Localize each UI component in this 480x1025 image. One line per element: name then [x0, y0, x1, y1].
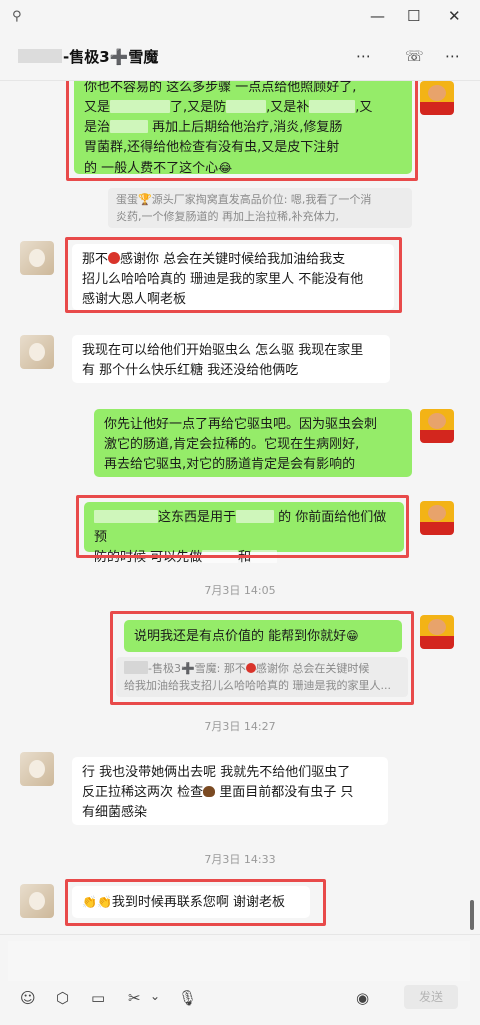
send-button[interactable]: 发送 — [404, 985, 458, 1009]
chevron-down-icon[interactable]: ⌄ — [150, 989, 160, 1003]
highlight-box — [65, 879, 326, 926]
pin-icon[interactable]: ⚲ — [12, 9, 22, 24]
title-bar: ⚲ — ☐ ✕ — [0, 0, 480, 36]
message-bubble-3[interactable]: 我现在可以给他们开始驱虫么 怎么驱 我现在家里 有 那个什么快乐红糖 我还没给他… — [72, 335, 390, 383]
message-bubble-4[interactable]: 你先让他好一点了再给它驱虫吧。因为驱虫会刺 激它的肠道,肯定会拉稀的。它现在生病… — [94, 409, 412, 477]
scissors-icon[interactable]: ✂ — [128, 989, 141, 1007]
self-avatar[interactable] — [420, 501, 454, 535]
redacted-name — [18, 49, 62, 63]
chat-header: -售极3➕雪魔 ⋯ ☏ ⋯ — [0, 36, 480, 81]
timestamp: 7月3日 14:05 — [204, 584, 276, 597]
quoted-message[interactable]: 蛋蛋🏆源头厂家掏窝直发高品价位: 嗯,我看了一个消 炎药,一个修复肠道的 再加上… — [108, 188, 412, 228]
box-icon[interactable]: ⬡ — [56, 989, 69, 1007]
folder-icon[interactable]: ▭ — [91, 989, 105, 1007]
more-options-icon[interactable]: ⋯ — [356, 47, 371, 65]
self-avatar[interactable] — [420, 409, 454, 443]
poop-emoji — [203, 786, 216, 797]
self-avatar[interactable] — [420, 81, 454, 115]
voice-input-icon[interactable]: ◉ — [356, 989, 369, 1007]
message-input[interactable] — [8, 941, 470, 981]
contact-avatar[interactable] — [20, 884, 54, 918]
timestamp: 7月3日 14:33 — [204, 853, 276, 866]
chat-area[interactable]: 你也不容易的 这么多步骤 一点点给他照顾好了, 又是 了,又是防 ,又是补 ,又 是治… — [0, 81, 480, 933]
emoji-icon[interactable]: ☺ — [20, 989, 36, 1007]
contact-avatar[interactable] — [20, 241, 54, 275]
message-bubble-7[interactable]: 行 我也没带她俩出去呢 我就先不给他们驱虫了 反正拉稀这两次 检查 里面目前都没… — [72, 757, 388, 825]
highlight-box — [66, 81, 418, 181]
maximize-icon[interactable]: ☐ — [407, 7, 420, 25]
timestamp: 7月3日 14:27 — [204, 720, 276, 733]
microphone-icon[interactable]: 🎙 — [178, 989, 197, 1007]
contact-avatar[interactable] — [20, 752, 54, 786]
self-avatar[interactable] — [420, 615, 454, 649]
highlight-box — [110, 611, 414, 705]
close-icon[interactable]: ✕ — [448, 7, 461, 25]
input-bar: ☺ ⬡ ▭ ✂ ⌄ 🎙 ◉ 发送 — [0, 934, 480, 1025]
scrollbar[interactable] — [470, 900, 474, 930]
highlight-box — [65, 237, 402, 313]
contact-avatar[interactable] — [20, 335, 54, 369]
minimize-icon[interactable]: — — [370, 7, 385, 25]
highlight-box — [76, 495, 409, 558]
menu-icon[interactable]: ⋯ — [445, 47, 460, 65]
chat-title[interactable]: -售极3➕雪魔 — [18, 46, 158, 67]
call-icon[interactable]: ☏ — [405, 47, 424, 65]
